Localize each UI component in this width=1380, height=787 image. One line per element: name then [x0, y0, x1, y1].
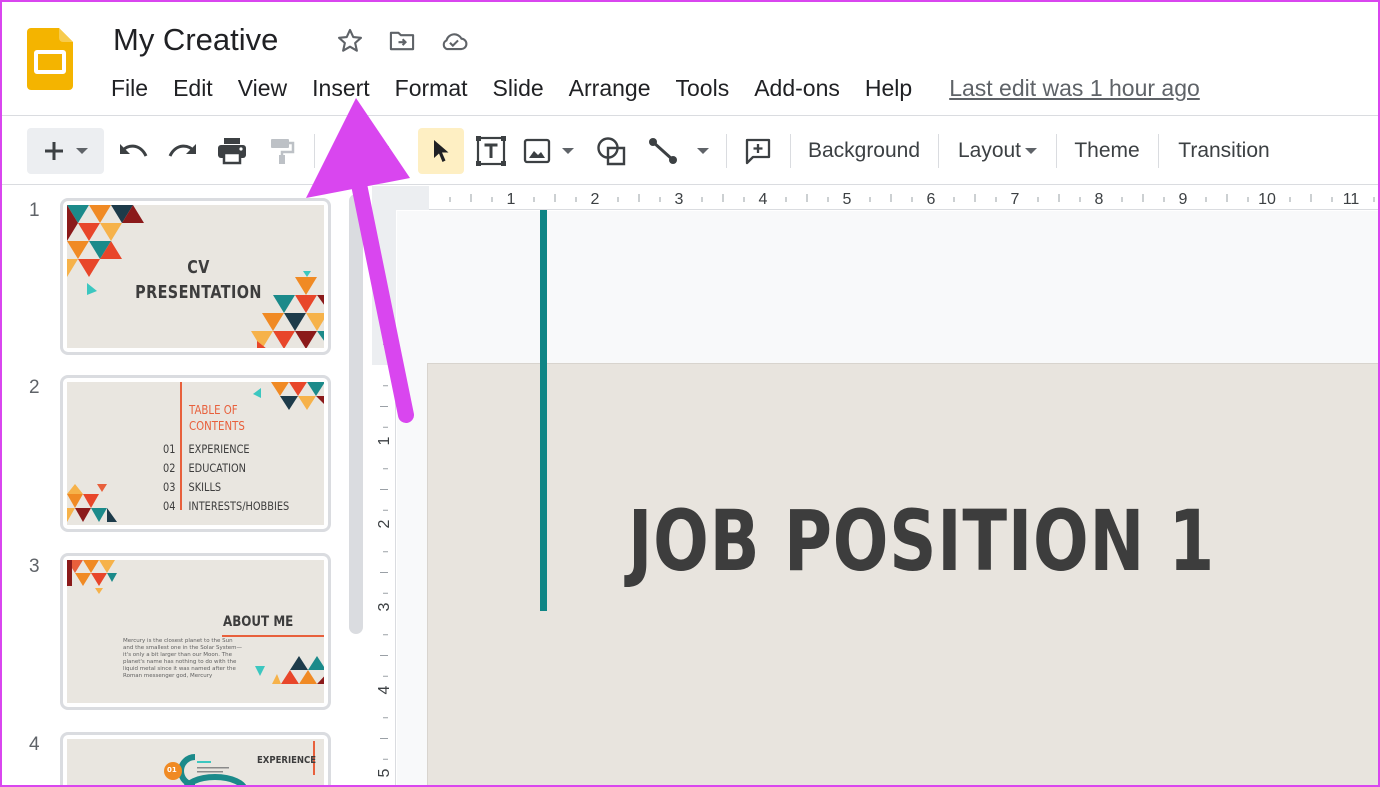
about-me-body: Mercury is the closest planet to the Sun…	[123, 638, 242, 679]
comment-icon	[744, 137, 772, 165]
transition-button[interactable]: Transition	[1166, 128, 1282, 174]
select-icon	[431, 138, 451, 164]
zoom-button[interactable]	[330, 128, 396, 174]
geometric-decoration	[67, 560, 324, 684]
ruler-label: 1	[507, 191, 516, 208]
theme-label: Theme	[1074, 139, 1140, 162]
ruler-label: 4	[376, 685, 393, 694]
list-item: 04 INTERESTS/HOBBIES	[163, 499, 290, 513]
plus-icon	[43, 140, 65, 162]
toc-title-line-1: TABLE OF	[189, 403, 238, 417]
slide-thumbnail-2[interactable]: TABLE OF CONTENTS 01 EXPERIENCE 02 EDUCATI…	[60, 375, 331, 532]
add-comment-button[interactable]	[738, 128, 778, 174]
ruler-label: 7	[1011, 191, 1020, 208]
slide-thumbnail-4[interactable]: 01 EXPERIENCE	[60, 732, 331, 787]
ruler-label: 8	[1095, 191, 1104, 208]
app-header: My Creative File Edit View Insert Format…	[0, 0, 1380, 115]
last-edit-link[interactable]: Last edit was 1 hour ago	[949, 72, 1200, 104]
print-icon	[217, 137, 247, 165]
badge: 01	[167, 766, 177, 774]
chevron-down-icon	[1024, 146, 1038, 156]
cloud-saved-icon[interactable]	[439, 26, 469, 56]
text-box-button[interactable]	[470, 128, 512, 174]
paint-format-button[interactable]	[264, 128, 300, 174]
menu-format[interactable]: Format	[395, 72, 468, 104]
text-box-icon	[475, 135, 507, 167]
slide-number: 1	[29, 200, 40, 221]
shape-button[interactable]	[590, 128, 632, 174]
ruler-label: 3	[675, 191, 684, 208]
horizontal-ruler[interactable]: 1 2 3 4 5 6 7 8 9 10 11	[372, 186, 1380, 210]
ruler-label: 11	[1343, 191, 1360, 208]
accent-line[interactable]	[540, 210, 547, 611]
menu-slide[interactable]: Slide	[493, 72, 544, 104]
ruler-label: 2	[376, 519, 393, 528]
ruler-label: 3	[376, 602, 393, 611]
menu-file[interactable]: File	[111, 72, 148, 104]
list-item: 02 EDUCATION	[163, 461, 246, 475]
filmstrip: 1 CV PRESENTATION 2 TABLE OF CONTENTS 01…	[0, 186, 372, 787]
shape-icon	[595, 135, 627, 167]
ruler-label: 1	[376, 436, 393, 445]
transition-label: Transition	[1178, 139, 1270, 162]
menu-insert[interactable]: Insert	[312, 72, 370, 104]
slides-logo-icon[interactable]	[27, 28, 73, 95]
menu-help[interactable]: Help	[865, 72, 912, 104]
current-slide-title[interactable]: JOB POSITION 1	[628, 492, 1215, 590]
undo-button[interactable]	[114, 128, 154, 174]
ruler-label: 9	[1179, 191, 1188, 208]
menu-add-ons[interactable]: Add-ons	[754, 72, 840, 104]
toolbar: Background Layout Theme Transition	[0, 115, 1380, 185]
about-me-title: ABOUT ME	[223, 614, 294, 630]
filmstrip-scrollbar[interactable]	[349, 194, 363, 634]
slide-thumbnail-1[interactable]: CV PRESENTATION	[60, 198, 331, 355]
new-slide-button[interactable]	[27, 128, 104, 174]
insert-image-button[interactable]	[520, 128, 580, 174]
layout-button[interactable]: Layout	[948, 128, 1048, 174]
line-button[interactable]	[645, 128, 715, 174]
zoom-icon	[333, 136, 393, 166]
print-button[interactable]	[212, 128, 252, 174]
slide-1-title: CV	[187, 257, 210, 278]
document-title[interactable]: My Creative	[113, 22, 278, 58]
slide-1-subtitle: PRESENTATION	[135, 282, 262, 303]
toc-title-line-2: CONTENTS	[189, 419, 245, 433]
ruler-label: 10	[1258, 191, 1276, 208]
line-icon	[647, 136, 713, 166]
slide-thumbnail-3[interactable]: ABOUT ME Mercury is the closest planet t…	[60, 553, 331, 710]
menu-view[interactable]: View	[238, 72, 287, 104]
toc-list: 01 EXPERIENCE 02 EDUCATION 03 SKILLS 04 INTE…	[163, 440, 289, 516]
ruler-label: 6	[927, 191, 936, 208]
slide-number: 4	[29, 734, 40, 755]
theme-button[interactable]: Theme	[1064, 128, 1150, 174]
chevron-down-icon[interactable]	[75, 146, 89, 156]
slide-number: 3	[29, 556, 40, 577]
ruler-label: 2	[591, 191, 600, 208]
paint-format-icon	[269, 137, 295, 165]
menu-arrange[interactable]: Arrange	[569, 72, 651, 104]
list-item: 03 SKILLS	[163, 480, 222, 494]
image-icon	[521, 137, 579, 165]
undo-icon	[118, 140, 150, 162]
star-icon[interactable]	[335, 26, 365, 56]
list-item: 01 EXPERIENCE	[163, 442, 250, 456]
layout-label: Layout	[957, 139, 1022, 162]
redo-icon	[166, 140, 198, 162]
ruler-label: 5	[376, 768, 393, 777]
select-tool-button[interactable]	[418, 128, 464, 174]
redo-button[interactable]	[162, 128, 202, 174]
menu-edit[interactable]: Edit	[173, 72, 213, 104]
vertical-ruler[interactable]: 1 2 3 4 5	[372, 210, 396, 787]
background-button[interactable]: Background	[798, 128, 930, 174]
menu-bar: File Edit View Insert Format Slide Arran…	[111, 72, 1200, 104]
background-label: Background	[807, 139, 921, 162]
menu-tools[interactable]: Tools	[676, 72, 730, 104]
slide-number: 2	[29, 377, 40, 398]
experience-title: EXPERIENCE	[257, 755, 317, 766]
ruler-label: 4	[759, 191, 768, 208]
ruler-label: 5	[843, 191, 852, 208]
move-to-folder-icon[interactable]	[387, 26, 417, 56]
